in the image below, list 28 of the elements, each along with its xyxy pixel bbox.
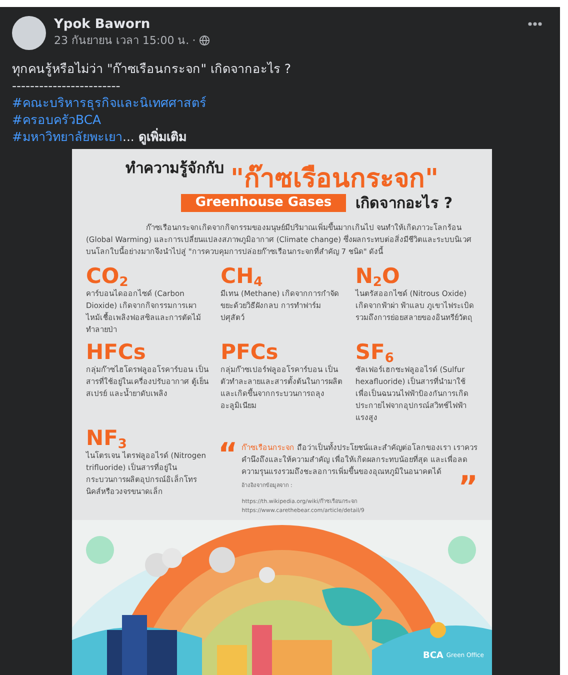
subtitle-banner: Greenhouse Gases xyxy=(181,194,346,212)
see-more-link[interactable]: ดูเพิ่มเติม xyxy=(138,129,186,144)
globe-icon xyxy=(198,35,210,46)
gas-formula: CH$_{4}$ xyxy=(220,264,263,288)
gas-formula: HFCs xyxy=(86,340,146,364)
hashtag-link[interactable]: #ครอบครัวBCA xyxy=(12,112,102,127)
more-icon xyxy=(528,22,542,26)
hashtag-link[interactable]: #คณะบริหารธุรกิจและนิเทศศาสตร์ xyxy=(12,95,206,110)
hashtag-link[interactable]: #มหาวิทยาลัยพะเยา xyxy=(12,129,122,144)
separator-dot: · xyxy=(192,33,196,48)
author-name[interactable]: Ypok Baworn xyxy=(54,16,210,33)
ellipsis: ... xyxy=(122,129,134,144)
gas-formula: SF$_{6}$ xyxy=(355,340,394,364)
open-quote-mark: “ xyxy=(218,442,238,474)
post-time[interactable]: 23 กันยายน เวลา 15:00 น. xyxy=(54,33,190,48)
infographic-heading: "ก๊าซเรือนกระจก" xyxy=(230,164,439,194)
avatar[interactable] xyxy=(12,16,46,50)
gas-formula: N$_{2}$O xyxy=(355,264,400,288)
post-text: ------------------------ xyxy=(12,77,122,94)
logo-name: BCA xyxy=(422,651,444,661)
gas-formula: NF$_{3}$ xyxy=(86,426,127,450)
infographic-image[interactable] xyxy=(72,149,492,675)
gas-formula: CO$_{2}$ xyxy=(86,264,128,288)
gas-formula: PFCs xyxy=(220,340,278,364)
more-options-button[interactable] xyxy=(528,22,542,26)
infographic-title: ทำความรู้จักกับ xyxy=(125,158,224,180)
infographic-title: เกิดจากอะไร ? xyxy=(356,192,453,214)
post-text: ทุกคนรู้หรือไม่ว่า "ก๊าซเรือนกระจก" เกิดจากอะไร ? xyxy=(12,60,292,77)
